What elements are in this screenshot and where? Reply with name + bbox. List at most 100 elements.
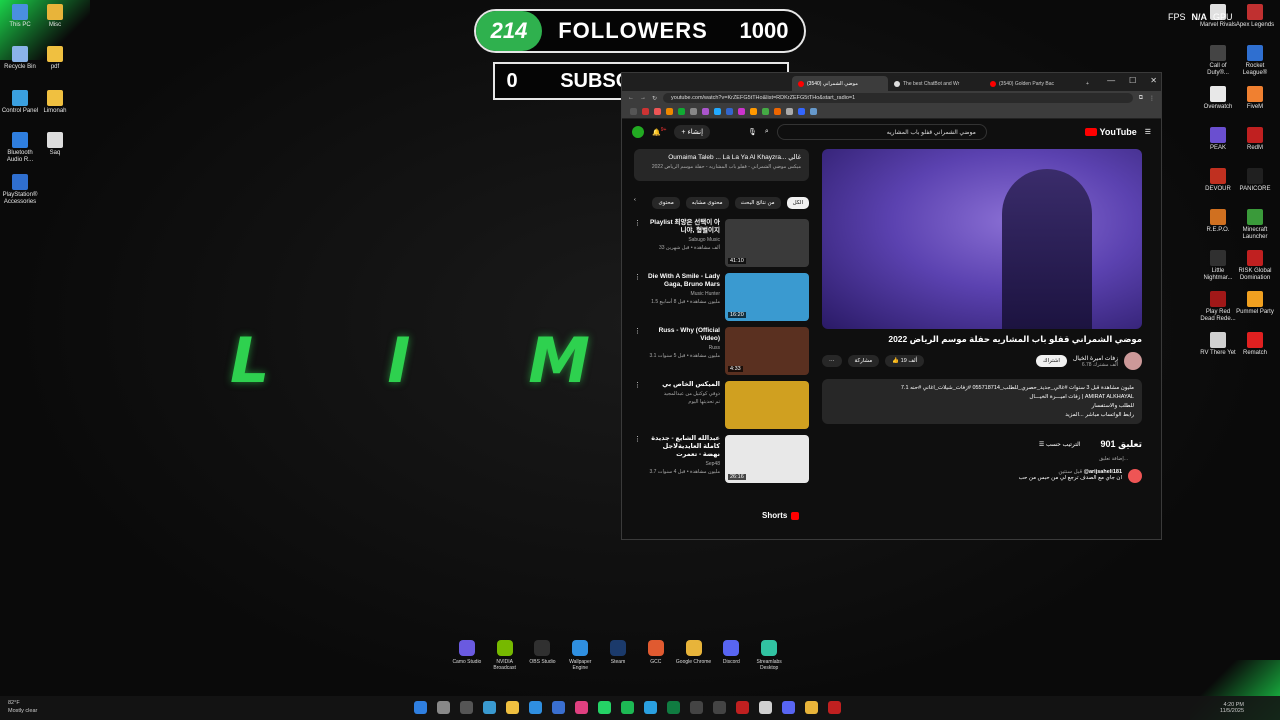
youtube-logo[interactable]: YouTube (1084, 127, 1137, 137)
taskbar-app-icon[interactable] (529, 701, 542, 714)
channel-name[interactable]: زفات اميرة الخيال (1073, 355, 1118, 362)
recommendation-item[interactable]: ⋮ الميكس الخاص بي ذوقي كوكتيل من عبدالمجيد… (634, 381, 809, 429)
taskbar-app-icon[interactable] (644, 701, 657, 714)
more-options-icon[interactable]: ⋮ (634, 273, 641, 321)
desktop-shortcut[interactable]: FiveM (1235, 86, 1275, 111)
commenter-avatar[interactable] (1128, 469, 1142, 483)
taskbar-app-icon[interactable] (506, 701, 519, 714)
bookmark-icon[interactable] (774, 108, 781, 115)
bookmark-icon[interactable] (702, 108, 709, 115)
sort-button[interactable]: ☰ الترتيب حسب (1039, 441, 1081, 448)
avatar[interactable] (632, 126, 644, 138)
dock-app[interactable]: Streamlabs Desktop (750, 640, 788, 680)
more-options-icon[interactable]: ⋮ (634, 435, 641, 483)
desktop-shortcut[interactable]: This PC (0, 4, 40, 29)
bookmark-icon[interactable] (678, 108, 685, 115)
extensions-icon[interactable]: ⧉ (1139, 95, 1143, 102)
bookmark-icon[interactable] (666, 108, 673, 115)
minimize-button[interactable]: — (1107, 76, 1115, 85)
desktop-shortcut[interactable]: PANICORE (1235, 168, 1275, 193)
desktop-shortcut[interactable]: Call of Duty®... (1198, 45, 1238, 77)
bookmark-icon[interactable] (714, 108, 721, 115)
tab-chatbot[interactable]: The best ChatBot and Wr (888, 76, 984, 91)
taskbar-app-icon[interactable] (414, 701, 427, 714)
bookmark-icon[interactable] (630, 108, 637, 115)
taskbar-app-icon[interactable] (805, 701, 818, 714)
desktop-shortcut[interactable]: DEVOUR (1198, 168, 1238, 193)
more-options-icon[interactable]: ⋮ (634, 327, 641, 375)
recommendation-item[interactable]: ⋮ Russ - Why (Official Video) Russ 3.1 مليو… (634, 327, 809, 375)
recommendation-item[interactable]: ⋮ Playlist 최양은 선택이 아니야, 형벌이지 Sabugo Music 3… (634, 219, 809, 267)
bookmark-icon[interactable] (762, 108, 769, 115)
recommendation-thumbnail[interactable]: 16:20 (725, 273, 809, 321)
recommendation-thumbnail[interactable]: 4:33 (725, 327, 809, 375)
recommendation-item[interactable]: ⋮ عبدالله الشايع - جديدة كاملة العايديةلا… (634, 435, 809, 483)
bookmark-icon[interactable] (786, 108, 793, 115)
taskbar-app-icon[interactable] (598, 701, 611, 714)
taskbar-app-icon[interactable] (828, 701, 841, 714)
search-input[interactable]: موضي الشمراني قفلو باب المشاريه (776, 124, 987, 140)
dock-app[interactable]: NVIDIA Broadcast (486, 640, 524, 680)
desktop-shortcut[interactable]: Overwatch (1198, 86, 1238, 111)
desktop-shortcut[interactable]: pdf (35, 46, 75, 71)
system-clock[interactable]: 4:20 PM 11/5/2025 (1220, 702, 1244, 714)
maximize-button[interactable]: ☐ (1129, 76, 1136, 85)
dock-app[interactable]: Wallpaper Engine (561, 640, 599, 680)
taskbar-app-icon[interactable] (736, 701, 749, 714)
recommendation-thumbnail[interactable] (725, 381, 809, 429)
search-icon[interactable]: ⌕ (765, 128, 769, 136)
recommendation-thumbnail[interactable]: 41:10 (725, 219, 809, 267)
chip[interactable]: محتوى (652, 197, 680, 209)
bookmark-icon[interactable] (654, 108, 661, 115)
more-actions-button[interactable]: ··· (822, 355, 842, 367)
tab-youtube-current[interactable]: (3540) موضي الشمراني (792, 76, 888, 91)
chip[interactable]: محتوى مشابه (685, 197, 729, 209)
dock-app[interactable]: GCC (637, 640, 675, 680)
taskbar-app-icon[interactable] (460, 701, 473, 714)
desktop-shortcut[interactable]: Rematch (1235, 332, 1275, 357)
bookmark-icon[interactable] (810, 108, 817, 115)
dock-app[interactable]: Steam (599, 640, 637, 680)
desktop-shortcut[interactable]: Control Panel (0, 90, 40, 115)
dock-app[interactable]: Google Chrome (675, 640, 713, 680)
desktop-shortcut[interactable]: Little Nightmar... (1198, 250, 1238, 282)
weather-widget[interactable]: 82°F Mostly clear (8, 699, 37, 715)
add-comment-field[interactable]: إضافة تعليق... (822, 456, 1128, 462)
desktop-shortcut[interactable]: RISK Global Domination (1235, 250, 1275, 282)
url-field[interactable]: youtube.com/watch?v=KrZEFG5tTHo&list=RDK… (663, 93, 1133, 103)
more-options-icon[interactable]: ⋮ (634, 381, 641, 429)
menu-dots-icon[interactable]: ⋮ (1149, 95, 1155, 102)
hamburger-menu-icon[interactable]: ☰ (1145, 128, 1151, 136)
channel-avatar[interactable] (1124, 352, 1142, 370)
taskbar-app-icon[interactable] (483, 701, 496, 714)
recommendation-item[interactable]: ⋮ Die With A Smile - Lady Gaga, Bruno Mar… (634, 273, 809, 321)
mic-icon[interactable]: 🎙 (748, 128, 757, 136)
new-tab-button[interactable]: + (1080, 76, 1096, 91)
recommendation-thumbnail[interactable]: 26:16 (725, 435, 809, 483)
like-button[interactable]: 👍 19 ألف (885, 355, 925, 367)
taskbar-app-icon[interactable] (667, 701, 680, 714)
taskbar-app-icon[interactable] (759, 701, 772, 714)
bookmark-icon[interactable] (690, 108, 697, 115)
video-description[interactable]: 7.1 مليون مشاهدة قبل 3 سنوات #غالي_جديد_… (822, 379, 1142, 424)
bookmark-icon[interactable] (642, 108, 649, 115)
desktop-shortcut[interactable]: Pummel Party (1235, 291, 1275, 316)
desktop-shortcut[interactable]: Saq (35, 132, 75, 157)
more-options-icon[interactable]: ⋮ (634, 219, 641, 267)
taskbar-app-icon[interactable] (713, 701, 726, 714)
chip[interactable]: من نتائج البحث (734, 197, 781, 209)
desktop-shortcut[interactable]: RedM (1235, 127, 1275, 152)
desktop-shortcut[interactable]: R.E.P.O. (1198, 209, 1238, 234)
taskbar-app-icon[interactable] (690, 701, 703, 714)
desktop-shortcut[interactable]: PEAK (1198, 127, 1238, 152)
desktop-shortcut[interactable]: Rocket League® (1235, 45, 1275, 77)
dock-app[interactable]: Discord (712, 640, 750, 680)
taskbar-app-icon[interactable] (437, 701, 450, 714)
desktop-shortcut[interactable]: Play Red Dead Rede... (1198, 291, 1238, 323)
bookmark-icon[interactable] (726, 108, 733, 115)
subscribe-button[interactable]: اشتراك (1036, 355, 1067, 367)
taskbar-app-icon[interactable] (621, 701, 634, 714)
taskbar-app-icon[interactable] (552, 701, 565, 714)
notifications-icon[interactable]: 🔔9+ (652, 127, 666, 136)
chip-selected[interactable]: الكل (786, 197, 809, 209)
